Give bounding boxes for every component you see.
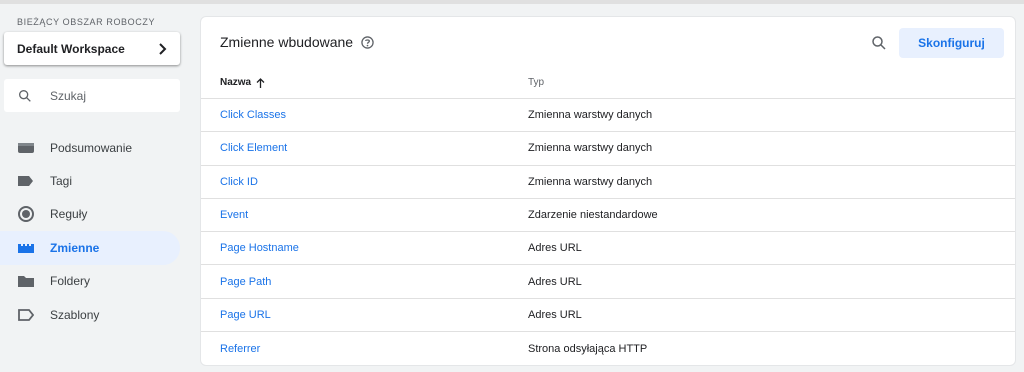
variable-name-link[interactable]: Page Hostname [201,242,528,254]
sidebar-nav: Podsumowanie Tagi Reguły Zmienne Foldery [0,131,190,331]
sidebar-item-zmienne[interactable]: Zmienne [0,231,180,265]
sidebar: BIEŻĄCY OBSZAR ROBOCZY Default Workspace… [0,4,190,372]
column-header-label: Nazwa [220,77,252,88]
sidebar-item-label: Podsumowanie [50,140,133,155]
help-icon[interactable] [361,35,374,49]
table-row: Click Classes Zmienna warstwy danych [201,99,1015,133]
trigger-icon [17,205,35,223]
page-title: Zmienne wbudowane [220,34,354,50]
table-header: Nazwa Typ [201,67,1015,99]
variable-type: Zdarzenie niestandardowe [528,209,658,222]
sidebar-item-label: Reguły [50,207,88,222]
sidebar-item-podsumowanie[interactable]: Podsumowanie [0,131,180,164]
template-icon [17,306,35,324]
search-icon [18,89,31,102]
table-row: Page Path Adres URL [201,265,1015,299]
search-box[interactable] [4,79,180,112]
variable-name-link[interactable]: Page URL [201,309,528,321]
variable-name-link[interactable]: Click ID [201,176,528,188]
card-header: Zmienne wbudowane [201,17,1015,67]
table-row: Click Element Zmienna warstwy danych [201,132,1015,166]
search-input[interactable] [50,88,160,103]
variable-name-link[interactable]: Event [201,209,528,221]
tag-icon [17,172,35,190]
builtin-variables-card: Zmienne wbudowane Skonfiguruj Nazwa Typ [200,16,1016,366]
folder-icon [17,272,35,290]
search-icon[interactable] [870,34,888,52]
table-row: Page URL Adres URL [201,299,1015,333]
sidebar-item-label: Tagi [50,174,73,189]
variable-type: Zmienna warstwy danych [528,142,653,155]
configure-button[interactable]: Skonfiguruj [899,28,1004,58]
variable-type: Adres URL [528,242,582,255]
sidebar-item-label: Zmienne [50,240,100,255]
variable-name-link[interactable]: Referrer [201,343,528,355]
variable-type: Strona odsyłająca HTTP [528,342,648,355]
workspace-caption: BIEŻĄCY OBSZAR ROBOCZY [17,17,156,27]
sidebar-item-foldery[interactable]: Foldery [0,265,180,298]
variable-type: Adres URL [528,308,582,321]
workspace-selector[interactable]: Default Workspace [4,32,180,65]
table-row: Referrer Strona odsyłająca HTTP [201,332,1015,365]
chevron-right-icon [159,42,167,55]
column-header-type: Typ [528,77,545,88]
overview-icon [17,139,35,157]
sidebar-item-szablony[interactable]: Szablony [0,298,180,331]
sidebar-item-label: Foldery [50,274,91,289]
variable-name-link[interactable]: Click Element [201,142,528,154]
arrow-up-icon [256,77,265,88]
sidebar-item-reguly[interactable]: Reguły [0,198,180,231]
variable-type: Zmienna warstwy danych [528,109,653,122]
variables-icon [17,239,35,257]
sidebar-item-label: Szablony [50,307,100,322]
variable-name-link[interactable]: Page Path [201,276,528,288]
table-row: Event Zdarzenie niestandardowe [201,199,1015,233]
variable-type: Zmienna warstwy danych [528,175,653,188]
table-row: Page Hostname Adres URL [201,232,1015,266]
variable-type: Adres URL [528,275,582,288]
table-row: Click ID Zmienna warstwy danych [201,166,1015,199]
table-body: Click Classes Zmienna warstwy danych Cli… [201,99,1015,365]
variables-table: Nazwa Typ Click Classes Zmienna warstwy … [201,67,1015,365]
workspace-name: Default Workspace [17,41,125,56]
variable-name-link[interactable]: Click Classes [201,109,528,121]
column-header-name[interactable]: Nazwa [201,77,528,88]
sidebar-item-tagi[interactable]: Tagi [0,164,180,197]
